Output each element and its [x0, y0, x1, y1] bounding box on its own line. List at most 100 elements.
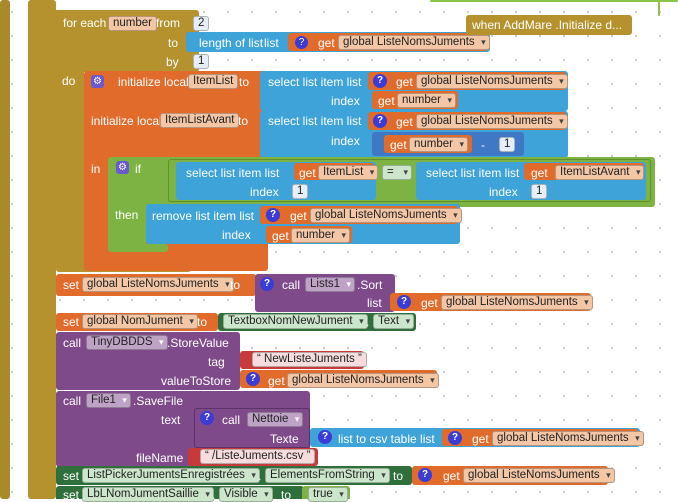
get-label: get — [472, 432, 489, 446]
then-label: then — [115, 208, 139, 222]
label-comp-dropdown[interactable]: LbLNomJumentSaillie — [82, 487, 214, 502]
global-liste-dropdown[interactable]: global ListeNomsJuments — [416, 114, 568, 129]
init2-var[interactable]: ItemListAvant — [160, 113, 240, 128]
text-label: text — [161, 413, 181, 427]
get-label: get — [443, 469, 460, 483]
value-to-store-label: valueToStore — [161, 374, 232, 388]
set-label: set — [63, 469, 80, 483]
if-label: if — [135, 162, 141, 176]
dot-label: . — [212, 488, 216, 502]
global-liste-dropdown[interactable]: global ListeNomsJuments — [287, 373, 439, 388]
remove-label: remove list item list — [152, 209, 255, 223]
textbox-dropdown[interactable]: TextboxNomNewJument — [223, 314, 368, 329]
visible-prop-dropdown[interactable]: Visible — [219, 487, 273, 502]
for-each-do-arm — [56, 70, 84, 265]
get-label: get — [421, 296, 438, 310]
set-label: set — [63, 315, 80, 329]
call-label: call — [63, 394, 82, 408]
gear-icon[interactable]: ⚙ — [91, 75, 104, 88]
global-liste-dropdown[interactable]: global ListeNomsJuments — [463, 468, 615, 483]
minus-number[interactable]: 1 — [499, 137, 515, 152]
top-right-divider — [658, 0, 660, 16]
info-icon: ? — [373, 114, 387, 128]
call-label: call — [222, 413, 241, 427]
nettoie-dropdown[interactable]: Nettoie — [247, 412, 304, 427]
init1-to: to — [239, 75, 250, 89]
filename-string[interactable]: “ /ListeJuments.csv ” — [200, 449, 316, 464]
top-green-line — [430, 0, 678, 2]
dot-label: . — [258, 469, 262, 483]
itemlistavant-dropdown[interactable]: ItemListAvant — [555, 165, 645, 180]
event-block-edge — [0, 0, 10, 499]
get-label: get — [318, 36, 335, 50]
text-prop-dropdown[interactable]: Text — [373, 314, 415, 329]
number-dropdown[interactable]: number — [291, 228, 350, 243]
number-dropdown[interactable]: number — [397, 93, 456, 108]
call-label: call — [282, 278, 301, 292]
init1-var[interactable]: ItemList — [188, 74, 239, 89]
set-var-dropdown[interactable]: global NomJument — [82, 314, 198, 329]
get-label: get — [299, 166, 316, 180]
by-number[interactable]: 1 — [193, 54, 209, 69]
filename-label: fileName — [136, 451, 184, 465]
to-label: to — [197, 315, 208, 329]
lists1-dropdown[interactable]: Lists1 — [305, 277, 356, 292]
info-icon: ? — [260, 277, 274, 291]
index-label: index — [331, 134, 360, 148]
get-label: get — [396, 115, 413, 129]
select-label-b: select list item list — [426, 166, 520, 180]
index-label: index — [489, 185, 518, 199]
global-liste-dropdown[interactable]: global ListeNomsJuments — [416, 74, 568, 89]
loop-var-number[interactable]: number — [108, 16, 157, 31]
equals-operator[interactable]: = — [382, 165, 412, 180]
by-label: by — [166, 55, 179, 69]
number-dropdown[interactable]: number — [409, 137, 468, 152]
global-liste-dropdown[interactable]: global ListeNomsJuments — [310, 208, 462, 223]
set-label: set — [63, 488, 80, 502]
info-icon: ? — [318, 430, 332, 444]
select-label-1: select list item list — [268, 75, 362, 89]
gear-icon[interactable]: ⚙ — [116, 161, 129, 174]
call-label: call — [63, 336, 82, 350]
global-liste-dropdown[interactable]: global ListeNomsJuments — [338, 35, 490, 50]
from-label: from — [156, 16, 180, 30]
get-label: get — [378, 94, 395, 108]
to-label: to — [393, 469, 404, 483]
set-label: set — [63, 278, 80, 292]
from-number[interactable]: 2 — [193, 16, 209, 31]
elements-prop-dropdown[interactable]: ElementsFromString — [265, 468, 390, 483]
listpicker-dropdown[interactable]: ListPickerJumentsEnregistrées — [82, 468, 260, 483]
info-icon: ? — [373, 74, 387, 88]
init2-label: initialize local — [91, 114, 162, 128]
outer-control-block[interactable] — [28, 0, 56, 499]
get-label: get — [268, 374, 285, 388]
sort-method: .Sort — [357, 278, 383, 292]
info-icon: ? — [397, 295, 411, 309]
savefile-method: .SaveFile — [133, 394, 184, 408]
file1-dropdown[interactable]: File1 — [86, 393, 131, 408]
get-label: get — [390, 138, 407, 152]
index-label: index — [250, 185, 279, 199]
info-icon: ? — [200, 411, 214, 425]
global-liste-dropdown[interactable]: global ListeNomsJuments — [492, 431, 644, 446]
info-icon: ? — [418, 468, 432, 482]
do-label: do — [62, 74, 76, 88]
get-label: get — [290, 209, 307, 223]
global-liste-dropdown[interactable]: global ListeNomsJuments — [441, 295, 593, 310]
info-icon: ? — [295, 36, 308, 49]
index-label: index — [222, 228, 251, 242]
minus-operator[interactable]: - — [481, 138, 485, 152]
init2-to: to — [238, 114, 249, 128]
index-number-b[interactable]: 1 — [531, 184, 547, 199]
index-number-a[interactable]: 1 — [292, 184, 308, 199]
info-icon: ? — [246, 372, 260, 386]
to-label: to — [281, 488, 292, 502]
get-label: get — [396, 75, 413, 89]
set-var-dropdown[interactable]: global ListeNomsJuments — [82, 277, 234, 292]
itemlist-dropdown[interactable]: ItemList — [318, 165, 379, 180]
length-of-list-label: length of list — [199, 36, 264, 50]
to-label: to — [168, 36, 179, 50]
true-dropdown[interactable]: true — [308, 487, 348, 502]
tag-string[interactable]: “ NewListeJuments ” — [252, 352, 367, 367]
tinydb-dropdown[interactable]: TinyDBDDS — [86, 335, 168, 350]
